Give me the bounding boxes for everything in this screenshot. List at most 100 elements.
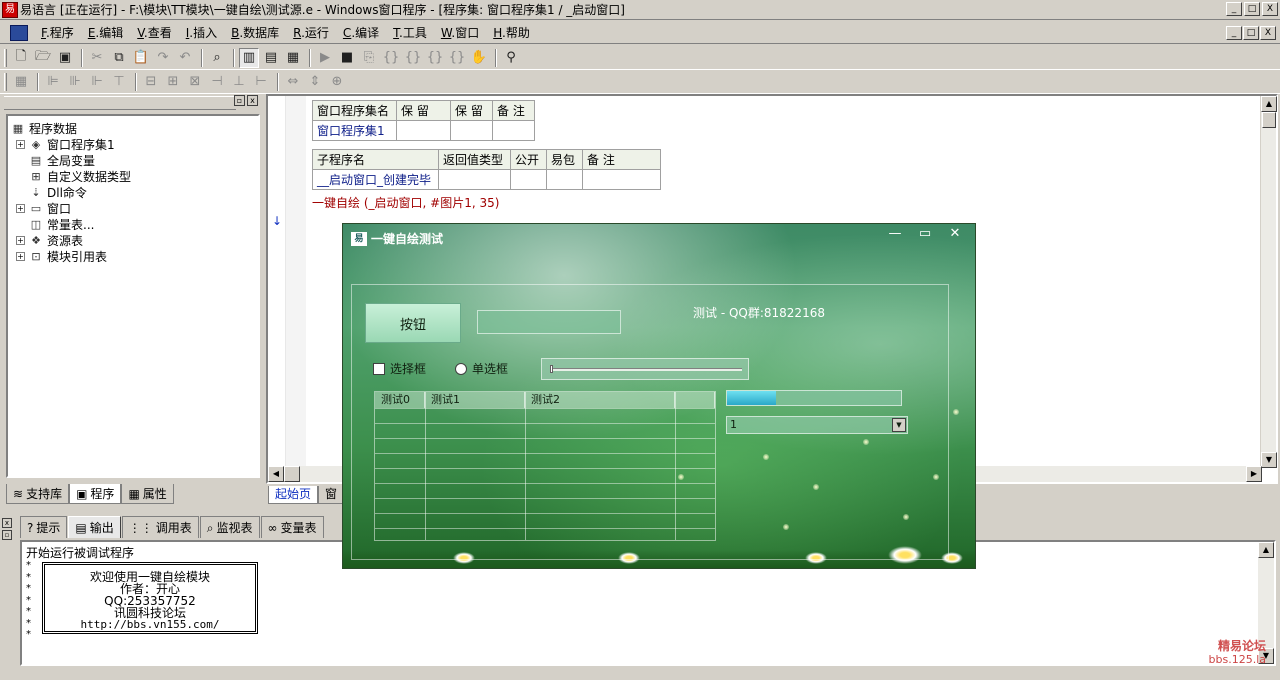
bottom-tab-3[interactable]: ⌕ 监视表 <box>199 516 260 538</box>
dialog-text-input[interactable] <box>477 310 621 334</box>
assembly-table[interactable]: 窗口程序集名保 留保 留备 注窗口程序集1 <box>312 100 535 141</box>
bottom-panel-pin-button[interactable]: ▫ <box>2 530 12 540</box>
same-height-icon[interactable]: ⊞ <box>163 72 183 92</box>
menu-item-0[interactable]: F.程序 <box>34 23 81 43</box>
mdi-minimize-button[interactable]: _ <box>1226 26 1242 40</box>
open-folder-icon[interactable]: 🗁 <box>33 48 53 68</box>
dialog-close-icon[interactable]: ✕ <box>945 226 965 241</box>
panel-pin-button[interactable]: ▫ <box>234 95 245 106</box>
scroll-thumb[interactable] <box>1262 112 1276 128</box>
bottom-panel-close-button[interactable]: x <box>2 518 12 528</box>
debug-binoculars-icon[interactable]: ⚲ <box>501 48 521 68</box>
tree-item[interactable]: + ❖ 资源表 <box>16 232 256 248</box>
menu-item-5[interactable]: R.运行 <box>286 23 336 43</box>
table-cell[interactable] <box>582 169 661 190</box>
dialog-grid[interactable]: 测试0 测试1 测试2 <box>374 391 716 541</box>
scroll-right-button[interactable]: ▶ <box>1246 466 1262 482</box>
dialog-maximize-icon[interactable]: ▭ <box>915 226 935 241</box>
dialog-checkbox[interactable]: 选择框 <box>373 360 426 377</box>
space-horizontal-icon[interactable]: ⊣ <box>207 72 227 92</box>
mdi-document-icon[interactable] <box>10 24 28 41</box>
scroll-left-button[interactable]: ◀ <box>268 466 284 482</box>
menu-item-8[interactable]: W.窗口 <box>434 23 486 43</box>
undo-icon[interactable]: ↶ <box>175 48 195 68</box>
dialog-minimize-icon[interactable]: — <box>885 226 905 241</box>
save-icon[interactable]: ▣ <box>55 48 75 68</box>
tree-item[interactable]: ⇣ Dll命令 <box>16 184 256 200</box>
bottom-tab-2[interactable]: ⋮⋮ 调用表 <box>121 516 199 538</box>
tree-item[interactable]: ▤ 全局变量 <box>16 152 256 168</box>
left-tab-2[interactable]: ▦ 属性 <box>121 484 174 504</box>
stop-icon[interactable]: ■ <box>337 48 357 68</box>
align-grid-icon[interactable]: ▦ <box>11 72 31 92</box>
panel-close-button[interactable]: x <box>247 95 258 106</box>
menu-item-3[interactable]: I.插入 <box>179 23 224 43</box>
dialog-slider[interactable] <box>541 358 749 380</box>
output-scroll-up-button[interactable]: ▲ <box>1258 542 1274 558</box>
menu-item-6[interactable]: C.编译 <box>336 23 386 43</box>
maximize-button[interactable]: □ <box>1244 2 1260 16</box>
tree-root[interactable]: ▦ 程序数据 <box>10 120 256 136</box>
copy-icon[interactable]: ⧉ <box>109 48 129 68</box>
dialog-title-bar[interactable]: 易 一键自绘测试 <box>351 230 443 247</box>
skinned-test-dialog[interactable]: 易 一键自绘测试 — ▭ ✕ 按钮 测试 - QQ群:81822168 选择框 … <box>342 223 976 569</box>
code-line[interactable]: 一键自绘 (_启动窗口, #图片1, 35) <box>312 194 499 211</box>
editor-gutter[interactable]: ↓ <box>268 96 286 468</box>
dialog-combo-box[interactable]: 1 ▼ <box>726 416 908 434</box>
expand-icon[interactable]: + <box>16 139 25 149</box>
menu-item-1[interactable]: E.编辑 <box>81 23 130 43</box>
paste-icon[interactable]: 📋 <box>131 48 151 68</box>
run-icon[interactable]: ▶ <box>315 48 335 68</box>
space-vertical-icon[interactable]: ⊥ <box>229 72 249 92</box>
tab-start-page[interactable]: 起始页 <box>268 486 319 504</box>
layout-grid-icon[interactable]: ▦ <box>283 48 303 68</box>
scroll-down-button[interactable]: ▼ <box>1261 452 1277 468</box>
table-cell[interactable] <box>450 120 493 141</box>
dialog-button[interactable]: 按钮 <box>365 303 461 343</box>
table-cell[interactable] <box>546 169 583 190</box>
new-file-icon[interactable]: 🗋 <box>11 48 31 68</box>
find-icon[interactable]: ⌕ <box>207 48 227 68</box>
minimize-button[interactable]: _ <box>1226 2 1242 16</box>
bottom-tab-0[interactable]: ? 提示 <box>20 516 68 538</box>
hscroll-thumb[interactable] <box>284 466 300 482</box>
center-horizontal-icon[interactable]: ⇔ <box>283 72 303 92</box>
table-row[interactable]: 窗口程序集1 <box>312 120 535 141</box>
run-to-cursor-icon[interactable]: {} <box>447 48 467 68</box>
subroutine-table[interactable]: 子程序名 返回值类型 公开 易包备 注 __启动窗口_创建完毕 <box>312 149 661 190</box>
table-cell[interactable] <box>438 169 511 190</box>
panel-title-grip[interactable] <box>4 96 236 110</box>
mdi-restore-button[interactable]: □ <box>1243 26 1259 40</box>
toolbar-grip-2[interactable] <box>4 72 7 91</box>
expand-icon[interactable]: + <box>16 203 25 213</box>
editor-vertical-scrollbar[interactable]: ▲ ▼ <box>1260 96 1277 468</box>
program-tree[interactable]: ▦ 程序数据 + ◈ 窗口程序集1 ▤ 全局变量 ⊞ 自定义数据类型 ⇣ Dll命令 + ▭ 窗口 ◫ 常… <box>6 114 260 478</box>
scroll-up-button[interactable]: ▲ <box>1261 96 1277 112</box>
grid-column-header[interactable] <box>675 392 715 408</box>
grid-rows[interactable] <box>375 408 715 540</box>
tree-item[interactable]: + ⊡ 模块引用表 <box>16 248 256 264</box>
checkbox-box[interactable] <box>373 362 385 375</box>
radio-dot[interactable] <box>455 362 467 375</box>
hand-icon[interactable]: ✋ <box>469 48 489 68</box>
table-cell[interactable] <box>396 120 451 141</box>
left-tab-1[interactable]: ▣ 程序 <box>69 484 122 504</box>
same-size-icon[interactable]: ⊠ <box>185 72 205 92</box>
tree-item[interactable]: ◫ 常量表... <box>16 216 256 232</box>
step-over-icon[interactable]: {} <box>403 48 423 68</box>
table-row[interactable]: __启动窗口_创建完毕 <box>312 169 661 190</box>
slider-thumb[interactable] <box>550 365 553 373</box>
menu-item-7[interactable]: T.工具 <box>386 23 434 43</box>
menu-item-2[interactable]: V.查看 <box>130 23 179 43</box>
grid-column-header[interactable]: 测试0 <box>375 392 425 408</box>
center-both-icon[interactable]: ⊕ <box>327 72 347 92</box>
app-icon[interactable]: 易 <box>2 1 18 18</box>
tree-item[interactable]: + ◈ 窗口程序集1 <box>16 136 256 152</box>
step-into-icon[interactable]: {} <box>381 48 401 68</box>
step-out-icon[interactable]: {} <box>425 48 445 68</box>
align-top-icon[interactable]: ⊤ <box>109 72 129 92</box>
table-cell[interactable]: 窗口程序集1 <box>312 120 397 141</box>
align-right-icon[interactable]: ⊩ <box>87 72 107 92</box>
layout-top-icon[interactable]: ▤ <box>261 48 281 68</box>
tab-window[interactable]: 窗 <box>318 486 345 504</box>
